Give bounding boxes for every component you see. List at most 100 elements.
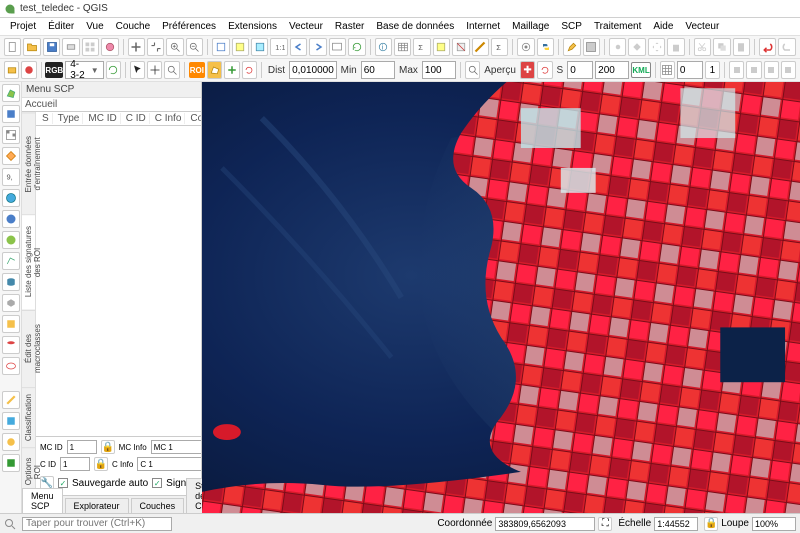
max-spin[interactable] bbox=[422, 61, 456, 79]
cid-lock-icon[interactable]: 🔒 bbox=[94, 457, 108, 471]
add-feature-button[interactable] bbox=[609, 38, 626, 56]
identify-button[interactable]: i bbox=[375, 38, 392, 56]
scp-vtab-macroclass[interactable]: Édit des macroclasses bbox=[22, 310, 35, 387]
coord-input[interactable] bbox=[495, 517, 595, 531]
python-console-button[interactable] bbox=[537, 38, 554, 56]
scp-open-button[interactable] bbox=[4, 61, 19, 79]
scp-tool-d[interactable] bbox=[2, 454, 20, 472]
scale-lock-icon[interactable]: 🔒 bbox=[704, 517, 718, 531]
menu-aide[interactable]: Aide bbox=[647, 19, 679, 34]
save-auto-check[interactable] bbox=[58, 478, 68, 488]
add-vector-button[interactable] bbox=[2, 84, 20, 102]
scp-cross-button[interactable] bbox=[147, 61, 162, 79]
map-canvas[interactable] bbox=[202, 82, 800, 513]
scp-roi-list[interactable] bbox=[36, 126, 201, 436]
menu-projet[interactable]: Projet bbox=[4, 19, 42, 34]
scp-refresh-button[interactable] bbox=[106, 61, 121, 79]
add-postgis-button[interactable] bbox=[2, 273, 20, 291]
add-xyz-button[interactable] bbox=[2, 210, 20, 228]
add-spatialite-button[interactable] bbox=[2, 294, 20, 312]
pan-to-selection-button[interactable] bbox=[147, 38, 164, 56]
new-project-button[interactable] bbox=[4, 38, 21, 56]
menu-vecteur2[interactable]: Vecteur bbox=[679, 19, 725, 34]
save-project-button[interactable] bbox=[43, 38, 60, 56]
zoom-last-button[interactable] bbox=[290, 38, 307, 56]
scp-vtab-roioptions[interactable]: Options ROI bbox=[22, 447, 35, 495]
menu-db[interactable]: Base de données bbox=[370, 19, 460, 34]
edit-tool-b[interactable] bbox=[746, 61, 761, 79]
locator-input[interactable] bbox=[22, 517, 172, 531]
cinfo-input[interactable] bbox=[137, 457, 201, 471]
deselect-button[interactable] bbox=[452, 38, 469, 56]
scp-pointer-button[interactable] bbox=[130, 61, 145, 79]
refresh-button[interactable] bbox=[348, 38, 365, 56]
scp-tool-c[interactable] bbox=[2, 433, 20, 451]
preview-zoom-button[interactable] bbox=[465, 61, 480, 79]
t-spin[interactable] bbox=[595, 61, 629, 79]
field-calculator-button[interactable]: Σ bbox=[413, 38, 430, 56]
scp-vtab-roilist[interactable]: Liste des signatures des ROI bbox=[22, 214, 35, 309]
add-mssql-button[interactable] bbox=[2, 336, 20, 354]
add-csv-button[interactable]: 9, bbox=[2, 168, 20, 186]
open-attr-table-button[interactable] bbox=[394, 38, 411, 56]
scp-tab-accueil[interactable]: Accueil bbox=[25, 99, 57, 110]
menu-vecteur[interactable]: Vecteur bbox=[283, 19, 329, 34]
print-layout-button[interactable] bbox=[62, 38, 79, 56]
move-feature-button[interactable] bbox=[648, 38, 665, 56]
zoom-next-button[interactable] bbox=[309, 38, 326, 56]
grid-spin[interactable] bbox=[677, 61, 703, 79]
scp-col-type[interactable]: Type bbox=[55, 113, 84, 124]
roi-poly-button[interactable] bbox=[207, 61, 222, 79]
signature-check[interactable] bbox=[152, 478, 162, 488]
add-mesh-button[interactable] bbox=[2, 147, 20, 165]
cid-spin[interactable]: 1 bbox=[60, 457, 90, 471]
copy-button[interactable] bbox=[713, 38, 730, 56]
tab-couches[interactable]: Couches bbox=[131, 498, 185, 513]
add-wms-button[interactable] bbox=[2, 189, 20, 207]
scp-vtab-classification[interactable]: Classification bbox=[22, 387, 35, 447]
open-project-button[interactable] bbox=[23, 38, 40, 56]
zoom-out-button[interactable] bbox=[186, 38, 203, 56]
menu-maillage[interactable]: Maillage bbox=[506, 19, 555, 34]
add-wfs-button[interactable] bbox=[2, 252, 20, 270]
new-geopackage-button[interactable] bbox=[2, 105, 20, 123]
preview-redo-button[interactable] bbox=[537, 61, 552, 79]
paste-button[interactable] bbox=[733, 38, 750, 56]
layout-manager-button[interactable] bbox=[82, 38, 99, 56]
vertex-tool-button[interactable] bbox=[628, 38, 645, 56]
zoom-to-layer-button[interactable] bbox=[251, 38, 268, 56]
undo-button[interactable] bbox=[759, 38, 776, 56]
loupe-input[interactable] bbox=[752, 517, 796, 531]
style-manager-button[interactable] bbox=[101, 38, 118, 56]
scp-vtab-training[interactable]: Entrée données d'entraînement bbox=[22, 112, 35, 214]
min-spin[interactable] bbox=[361, 61, 395, 79]
edit-tool-d[interactable] bbox=[781, 61, 796, 79]
add-raster-button[interactable] bbox=[2, 126, 20, 144]
preview-t-button[interactable]: ✚ bbox=[520, 61, 535, 79]
scp-col-color[interactable]: Couleu bbox=[187, 113, 201, 124]
toggle-editing-button[interactable] bbox=[563, 38, 580, 56]
cut-button[interactable] bbox=[694, 38, 711, 56]
roi-add-button[interactable] bbox=[224, 61, 239, 79]
scp-tool-b[interactable] bbox=[2, 412, 20, 430]
scp-input-button[interactable] bbox=[21, 61, 36, 79]
redo-button[interactable] bbox=[778, 38, 795, 56]
menu-vue[interactable]: Vue bbox=[80, 19, 109, 34]
menu-editer[interactable]: Éditer bbox=[42, 19, 80, 34]
num-1-button[interactable]: 1 bbox=[705, 61, 720, 79]
menu-extensions[interactable]: Extensions bbox=[222, 19, 283, 34]
new-map-view-button[interactable] bbox=[329, 38, 346, 56]
mcinfo-input[interactable] bbox=[151, 440, 201, 454]
edit-tool-c[interactable] bbox=[764, 61, 779, 79]
zoom-in-button[interactable] bbox=[166, 38, 183, 56]
scp-tool-a[interactable] bbox=[2, 391, 20, 409]
scp-col-cinfo[interactable]: C Info bbox=[152, 113, 186, 124]
scp-col-s[interactable]: S bbox=[39, 113, 53, 124]
delete-feature-button[interactable] bbox=[667, 38, 684, 56]
zoom-to-selection-button[interactable] bbox=[232, 38, 249, 56]
scp-col-mcid[interactable]: MC ID bbox=[85, 113, 120, 124]
s-spin[interactable] bbox=[567, 61, 593, 79]
add-wcs-button[interactable] bbox=[2, 231, 20, 249]
menu-traitement[interactable]: Traitement bbox=[588, 19, 647, 34]
add-oracle-button[interactable] bbox=[2, 357, 20, 375]
